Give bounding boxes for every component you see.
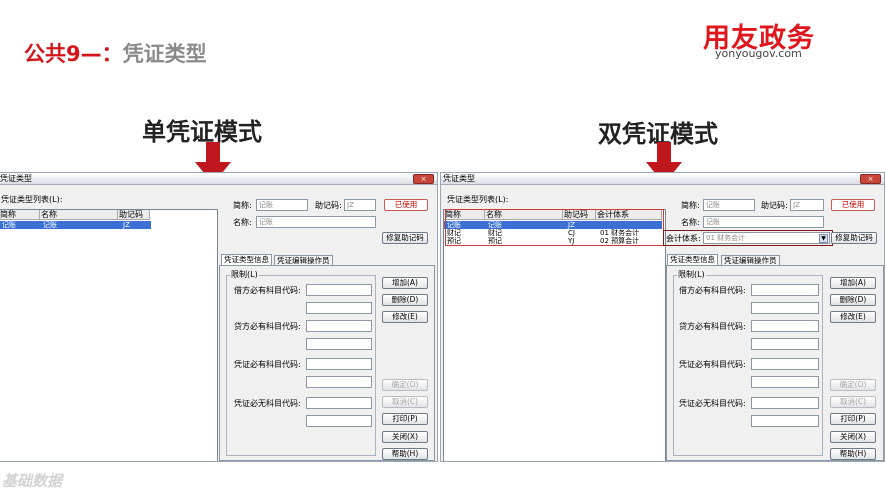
table-row[interactable]: 记账 记账 JZ <box>0 221 151 229</box>
debit-required-input[interactable] <box>751 302 819 314</box>
restriction-group-label: 限制(L) <box>230 270 259 280</box>
restriction-label: 借方必有科目代码: <box>234 286 301 295</box>
mnemonic-label: 助记码: <box>761 201 788 210</box>
restriction-label: 凭证必无科目代码: <box>234 399 301 408</box>
delete-button[interactable]: 删除(D) <box>382 294 428 306</box>
delete-button[interactable]: 删除(D) <box>830 294 876 306</box>
debit-required-input[interactable] <box>751 284 819 296</box>
voucher-type-window-double: 凭证类型 × 凭证类型列表(L): 简称 名称 助记码 会计体系 记账 记账 J… <box>440 172 885 462</box>
confirm-button[interactable]: 确定(O) <box>382 379 428 391</box>
slide-title-prefix: 公共9—： <box>24 42 123 66</box>
restriction-label: 借方必有科目代码: <box>679 286 746 295</box>
name-label: 名称: <box>681 218 700 227</box>
title-bar: 凭证类型 × <box>441 173 884 185</box>
cancel-button[interactable]: 取消(C) <box>830 396 876 408</box>
restriction-label: 凭证必有科目代码: <box>234 360 301 369</box>
brand-url: yonyougov.com <box>715 47 802 60</box>
window-title: 凭证类型 <box>0 174 32 183</box>
short-name-input[interactable]: 记账 <box>703 199 755 211</box>
credit-required-input[interactable] <box>751 338 819 350</box>
voucher-excluded-input[interactable] <box>751 397 819 409</box>
add-button[interactable]: 增加(A) <box>382 277 428 289</box>
used-status-button[interactable]: 已使用 <box>384 199 428 211</box>
restriction-label: 贷方必有科目代码: <box>234 322 301 331</box>
mnemonic-label: 助记码: <box>315 201 342 210</box>
highlight-box <box>445 209 664 246</box>
voucher-type-window-single: 凭证类型 × 凭证类型列表(L): 简称 名称 助记码 记账 记账 JZ 简称:… <box>0 172 438 462</box>
tab-voucher-type-info[interactable]: 凭证类型信息 <box>667 254 718 265</box>
highlight-box <box>663 230 833 246</box>
name-input[interactable]: 记账 <box>703 216 824 228</box>
credit-required-input[interactable] <box>306 338 372 350</box>
column-header[interactable]: 简称 <box>0 210 40 220</box>
voucher-required-input[interactable] <box>306 358 372 370</box>
tab-voucher-type-info[interactable]: 凭证类型信息 <box>221 254 272 265</box>
column-header[interactable]: 助记码 <box>118 210 150 220</box>
close-icon[interactable]: × <box>860 174 881 184</box>
restriction-label: 凭证必无科目代码: <box>679 399 746 408</box>
print-button[interactable]: 打印(P) <box>830 413 876 425</box>
voucher-type-list[interactable]: 简称 名称 助记码 记账 记账 JZ <box>0 209 218 461</box>
tab-panel: 限制(L) 借方必有科目代码: 贷方必有科目代码: 凭证必有科目代码: 凭证必无… <box>666 265 884 461</box>
help-button[interactable]: 帮助(H) <box>382 448 428 460</box>
credit-required-input[interactable] <box>306 320 372 332</box>
short-name-label: 简称: <box>681 201 700 210</box>
close-button[interactable]: 关闭(X) <box>382 431 428 443</box>
modify-button[interactable]: 修改(E) <box>382 311 428 323</box>
slide-title-main: 凭证类型 <box>122 42 207 66</box>
restriction-label: 凭证必有科目代码: <box>679 360 746 369</box>
used-status-button[interactable]: 已使用 <box>831 199 875 211</box>
voucher-excluded-input[interactable] <box>306 415 372 427</box>
voucher-excluded-input[interactable] <box>751 415 819 427</box>
list-label: 凭证类型列表(L): <box>447 195 509 204</box>
debit-required-input[interactable] <box>306 302 372 314</box>
window-title: 凭证类型 <box>443 174 475 183</box>
name-label: 名称: <box>233 218 252 227</box>
debit-required-input[interactable] <box>306 284 372 296</box>
cell-code: JZ <box>123 221 130 229</box>
modify-button[interactable]: 修改(E) <box>830 311 876 323</box>
cell-short: 记账 <box>2 221 16 229</box>
column-header[interactable]: 名称 <box>40 210 118 220</box>
voucher-type-list[interactable]: 简称 名称 助记码 会计体系 记账 记账 JZ 财记 财记 CJ 01 财务会计… <box>443 209 666 461</box>
short-name-input[interactable]: 记账 <box>256 199 308 211</box>
tab-panel: 限制(L) 借方必有科目代码: 贷方必有科目代码: 凭证必有科目代码: 凭证必无… <box>219 265 435 461</box>
voucher-excluded-input[interactable] <box>306 397 372 409</box>
name-input[interactable]: 记账 <box>256 216 376 228</box>
cell-name: 记账 <box>43 221 57 229</box>
short-name-label: 简称: <box>233 201 252 210</box>
mnemonic-input[interactable]: JZ <box>344 199 376 211</box>
cancel-button[interactable]: 取消(C) <box>382 396 428 408</box>
title-bar: 凭证类型 × <box>0 173 437 185</box>
help-button[interactable]: 帮助(H) <box>830 448 876 460</box>
close-button[interactable]: 关闭(X) <box>830 431 876 443</box>
credit-required-input[interactable] <box>751 320 819 332</box>
voucher-required-input[interactable] <box>306 376 372 388</box>
restriction-label: 贷方必有科目代码: <box>679 322 746 331</box>
fix-mnemonic-button[interactable]: 修复助记码 <box>382 232 428 244</box>
close-icon[interactable]: × <box>413 174 434 184</box>
fix-mnemonic-button[interactable]: 修复助记码 <box>831 232 877 244</box>
print-button[interactable]: 打印(P) <box>382 413 428 425</box>
voucher-required-input[interactable] <box>751 358 819 370</box>
restriction-group-label: 限制(L) <box>677 270 706 280</box>
voucher-required-input[interactable] <box>751 376 819 388</box>
list-label: 凭证类型列表(L): <box>1 195 63 204</box>
add-button[interactable]: 增加(A) <box>830 277 876 289</box>
confirm-button[interactable]: 确定(O) <box>830 379 876 391</box>
mnemonic-input[interactable]: JZ <box>790 199 824 211</box>
slide-title: 公共9—：凭证类型 <box>24 38 207 68</box>
